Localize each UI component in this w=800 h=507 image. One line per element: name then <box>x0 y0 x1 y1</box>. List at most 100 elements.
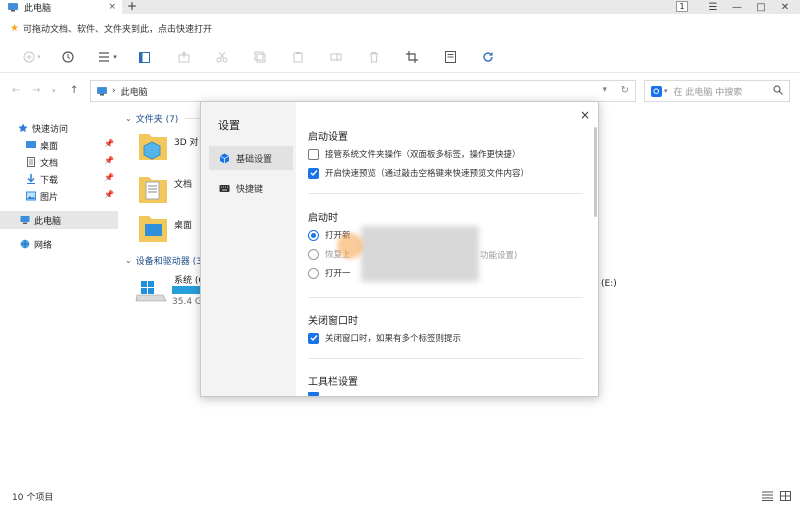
delete-button[interactable] <box>364 48 384 66</box>
tab-bar: 此电脑 × + 1 ☰ — □ ✕ <box>0 0 800 14</box>
pin-icon[interactable]: 📌 <box>104 139 114 148</box>
notepad-icon <box>444 51 456 63</box>
pin-icon[interactable]: 📌 <box>104 156 114 165</box>
drive-capacity: 35.4 G <box>172 297 202 307</box>
folder-documents[interactable] <box>138 173 168 205</box>
sidebar-item-this-pc[interactable]: 此电脑 <box>0 211 118 229</box>
drive-e-label[interactable]: (E:) <box>601 279 617 289</box>
drive-c[interactable] <box>135 279 167 305</box>
folder-label: 文档 <box>174 180 193 190</box>
nav-label: 快捷键 <box>236 184 264 195</box>
search-scope-chevron-icon[interactable]: ▾ <box>664 87 668 95</box>
quick-drop-hint[interactable]: ★ 可拖动文档、软件、文件夹到此，点击快速打开 <box>0 18 800 38</box>
cut-button[interactable] <box>212 48 232 66</box>
paste-button[interactable] <box>288 48 308 66</box>
dialog-scrollbar[interactable] <box>594 127 597 217</box>
option-quick-preview[interactable]: 开启快速预览（通过敲击空格键来快速预览文件内容） <box>308 166 529 180</box>
option-close-prompt[interactable]: 关闭窗口时，如果有多个标签则提示 <box>308 331 461 345</box>
pin-icon[interactable]: 📌 <box>104 173 114 182</box>
section-on-close: 关闭窗口时 <box>308 316 358 327</box>
new-item-button[interactable]: ▾ <box>22 48 42 66</box>
breadcrumb-this-pc[interactable]: 此电脑 <box>121 85 148 98</box>
document-icon <box>27 157 35 167</box>
star-icon: ★ <box>10 22 19 34</box>
folder-3d-objects[interactable] <box>138 130 168 162</box>
sidebar-label: 图片 <box>40 192 59 203</box>
address-dropdown-icon[interactable]: ▾ <box>602 85 607 95</box>
computer-icon <box>20 216 30 224</box>
view-mode-button[interactable]: ▾ <box>98 48 118 66</box>
cursor-highlight <box>337 233 363 259</box>
option-label-suffix: 功能设置) <box>480 251 518 261</box>
search-icon[interactable] <box>773 85 783 95</box>
folder-desktop[interactable] <box>138 212 168 244</box>
dialog-title: 设置 <box>218 119 240 132</box>
refresh-cycle-icon <box>483 52 493 62</box>
sync-button[interactable] <box>478 48 498 66</box>
keyboard-icon <box>219 184 230 192</box>
add-circle-icon <box>23 51 35 63</box>
sidebar-item-network[interactable]: 网络 <box>20 235 138 253</box>
option-open-specific[interactable]: 打开一 <box>308 266 351 280</box>
crop-icon <box>406 51 418 63</box>
drives-group-header[interactable]: ⌄ 设备和驱动器 (3 <box>125 254 202 267</box>
up-button[interactable]: ↑ <box>70 85 78 96</box>
recent-dropdown[interactable]: ▾ <box>52 87 56 95</box>
option-take-over-folders[interactable]: 接管系统文件夹操作（双面板多标签，操作更快捷） <box>308 147 521 161</box>
folders-group-header[interactable]: ⌄ 文件夹 (7) <box>125 112 178 125</box>
new-tab-button[interactable]: + <box>127 0 137 13</box>
clipboard-icon <box>293 52 303 63</box>
section-on-start: 启动时 <box>308 213 338 224</box>
nav-shortcuts[interactable]: 快捷键 <box>209 176 293 200</box>
scissors-icon <box>216 51 228 63</box>
tiles-view-icon[interactable] <box>780 491 791 501</box>
back-button[interactable]: ← <box>12 85 20 96</box>
sidebar-item-quick-access[interactable]: 快速访问 <box>18 119 136 137</box>
section-divider <box>308 193 583 194</box>
crop-button[interactable] <box>402 48 422 66</box>
checkbox-checked[interactable] <box>308 332 319 344</box>
rename-button[interactable] <box>326 48 346 66</box>
group-divider <box>185 118 200 119</box>
menu-icon[interactable]: ☰ <box>702 0 724 14</box>
address-bar[interactable]: › 此电脑 ▾ ↻ <box>90 80 636 102</box>
chevron-down-icon: ⌄ <box>125 114 132 123</box>
refresh-icon[interactable]: ↻ <box>621 85 629 96</box>
tab-close-icon[interactable]: × <box>108 2 116 12</box>
sidebar-item-downloads[interactable]: 下载 📌 <box>26 170 118 188</box>
check-icon <box>310 170 318 177</box>
maximize-button[interactable]: □ <box>750 0 772 14</box>
dialog-close-button[interactable]: × <box>580 108 590 122</box>
sidebar-label: 网络 <box>34 240 53 251</box>
rename-icon <box>330 53 342 61</box>
details-view-icon[interactable] <box>762 491 773 501</box>
preview-pane-button[interactable] <box>134 48 154 66</box>
checkbox-partial[interactable] <box>308 392 319 396</box>
forward-button[interactable]: → <box>32 85 40 96</box>
download-icon <box>27 174 35 184</box>
redacted-area <box>361 226 479 282</box>
item-count: 10 个项目 <box>12 493 54 503</box>
sidebar-item-desktop[interactable]: 桌面 📌 <box>26 136 118 154</box>
sidebar-item-pictures[interactable]: 图片 📌 <box>26 187 118 205</box>
window-count-badge[interactable]: 1 <box>676 1 688 12</box>
close-window-button[interactable]: ✕ <box>774 0 796 14</box>
pin-icon[interactable]: 📌 <box>104 190 114 199</box>
history-button[interactable] <box>58 48 78 66</box>
radio[interactable] <box>308 267 319 279</box>
breadcrumb-separator[interactable]: › <box>112 86 116 96</box>
nav-basic-settings[interactable]: 基础设置 <box>209 146 293 170</box>
checkbox[interactable] <box>308 148 319 160</box>
radio-selected[interactable] <box>308 229 319 241</box>
copy-button[interactable] <box>250 48 270 66</box>
tab-this-pc[interactable]: 此电脑 × <box>0 0 122 14</box>
checkbox-checked[interactable] <box>308 167 319 179</box>
search-box[interactable]: ▾ 在 此电脑 中搜索 <box>644 80 790 102</box>
minimize-button[interactable]: — <box>726 0 748 14</box>
sidebar-item-documents[interactable]: 文档 📌 <box>26 153 118 171</box>
notes-button[interactable] <box>440 48 460 66</box>
share-button[interactable] <box>174 48 194 66</box>
radio[interactable] <box>308 248 319 260</box>
search-input[interactable]: 在 此电脑 中搜索 <box>674 85 743 98</box>
folder-desktop-icon <box>139 216 167 242</box>
